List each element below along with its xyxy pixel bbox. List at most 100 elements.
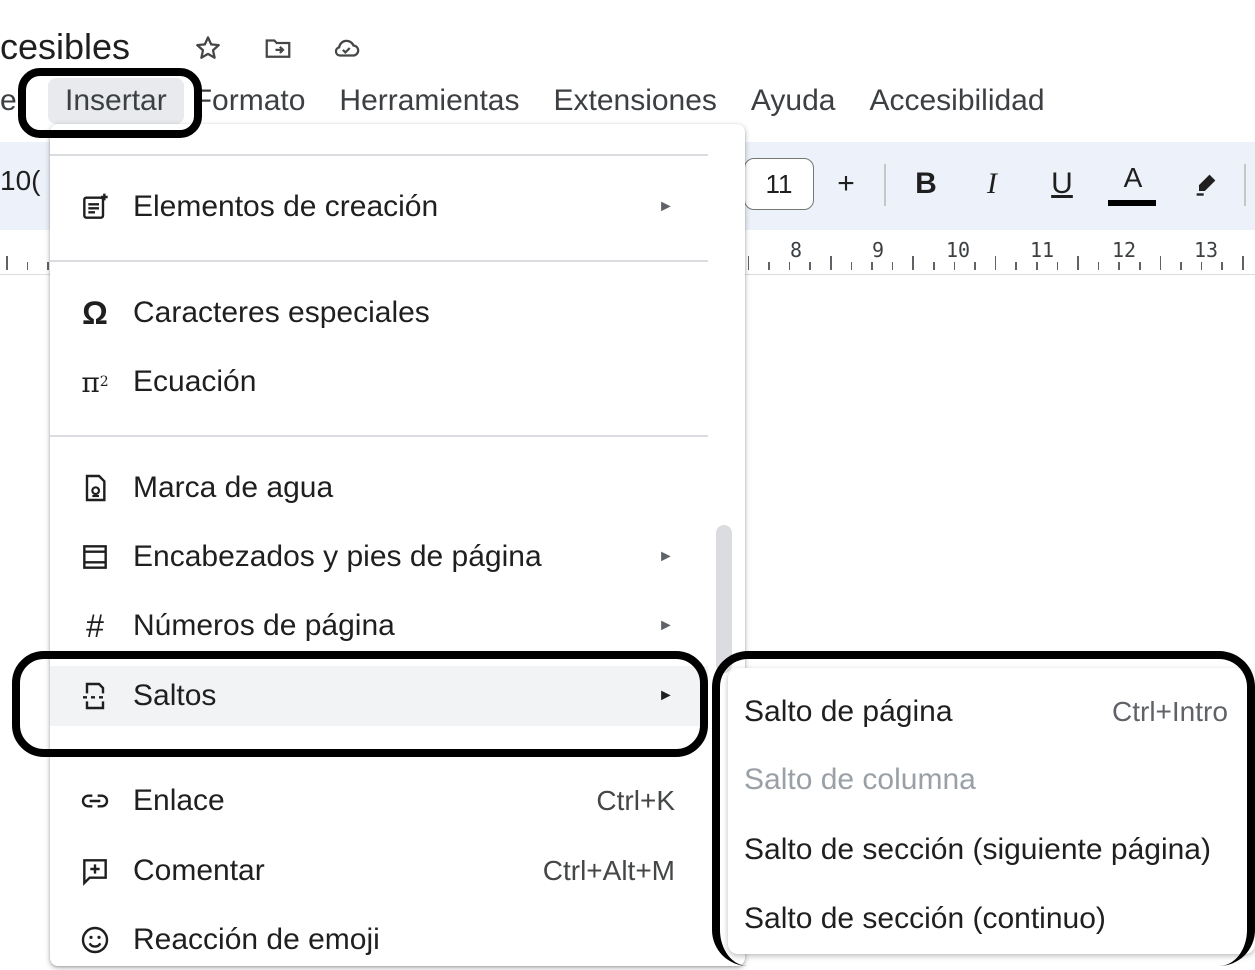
menu-item-building-blocks[interactable]: Elementos de creación ►: [50, 177, 708, 237]
bold-button[interactable]: B: [906, 158, 946, 210]
submenu-item-section-break-continuous[interactable]: Salto de sección (continuo): [744, 889, 1106, 949]
ruler-number: 10: [946, 238, 971, 262]
ruler-tick: [1242, 256, 1244, 270]
underline-button[interactable]: U: [1042, 158, 1082, 210]
ruler-tick: [871, 262, 873, 270]
menu-bar: e Insertar Formato Herramientas Extensio…: [0, 78, 1062, 124]
menu-item-label: Caracteres especiales: [133, 296, 430, 329]
toolbar-separator: [884, 164, 886, 206]
ruler-tick: [26, 262, 29, 270]
ruler-tick: [768, 262, 770, 270]
page-break-icon: [76, 677, 114, 715]
ruler-number: 13: [1194, 238, 1219, 262]
submenu-item-column-break: Salto de columna: [744, 763, 976, 796]
ruler-tick: [1015, 262, 1017, 270]
star-icon[interactable]: [188, 28, 228, 68]
submenu-arrow-icon: ►: [658, 687, 674, 704]
menu-item-label: Saltos: [133, 679, 217, 712]
menu-item-shortcut: Ctrl+Alt+M: [542, 855, 675, 886]
menu-item-shortcut: Ctrl+K: [596, 785, 675, 816]
ruler-tick: [933, 262, 935, 270]
ruler-tick: [1056, 262, 1059, 270]
menu-item-special-characters[interactable]: Ω Caracteres especiales: [50, 283, 708, 343]
toolbar-separator: [1244, 164, 1246, 206]
submenu-arrow-icon: ►: [658, 617, 674, 634]
header-footer-icon: [76, 538, 114, 576]
emoji-icon: [76, 921, 114, 959]
ruler-tick: [912, 256, 914, 270]
italic-button[interactable]: I: [972, 158, 1012, 210]
menu-divider: [50, 435, 708, 437]
building-blocks-icon: [76, 188, 114, 226]
menu-item-label: Elementos de creación: [133, 190, 439, 223]
increase-font-size-button[interactable]: +: [826, 158, 866, 210]
ruler-tick: [788, 262, 791, 270]
highlight-pen-icon[interactable]: [1186, 158, 1226, 210]
ruler-number: 12: [1112, 238, 1137, 262]
menu-accessibility[interactable]: Accesibilidad: [852, 78, 1061, 124]
menu-item-watermark[interactable]: Marca de agua: [50, 458, 708, 518]
ruler-tick: [1139, 262, 1141, 270]
menu-item-equation[interactable]: π2 Ecuación: [50, 352, 708, 412]
link-icon: [76, 782, 114, 820]
ruler-tick: [1036, 262, 1038, 270]
menu-item-page-numbers[interactable]: # Números de página ►: [50, 596, 708, 656]
ruler-tick: [974, 262, 976, 270]
ruler-tick: [1159, 256, 1162, 270]
ruler-tick: [1097, 262, 1100, 270]
menu-item-headers-footers[interactable]: Encabezados y pies de página ►: [50, 527, 708, 587]
font-size-input[interactable]: 11: [744, 158, 814, 210]
submenu-item-section-break-next-page[interactable]: Salto de sección (siguiente página): [744, 820, 1211, 880]
add-comment-icon: [76, 852, 114, 890]
document-title[interactable]: cesibles: [0, 24, 130, 70]
ruler-tick: [1221, 262, 1223, 270]
submenu-item-page-break[interactable]: Salto de página: [744, 682, 953, 742]
submenu-arrow-icon: ►: [658, 548, 674, 565]
menu-item-breaks[interactable]: Saltos ►: [50, 666, 708, 726]
ruler-tick: [1180, 262, 1182, 270]
omega-icon: Ω: [82, 294, 108, 331]
ruler-tick: [6, 256, 8, 270]
submenu-item-shortcut: Ctrl+Intro: [1112, 696, 1228, 727]
ruler-tick: [953, 262, 956, 270]
ruler-number: 9: [872, 238, 885, 262]
ruler-tick: [1118, 262, 1120, 270]
menu-item-link[interactable]: Enlace Ctrl+K: [50, 771, 708, 831]
ruler-tick: [1200, 262, 1203, 270]
ruler-tick: [809, 262, 811, 270]
menu-item-label: Números de página: [133, 609, 395, 642]
ruler-tick: [1077, 256, 1079, 270]
menu-divider: [50, 154, 708, 156]
ruler-number: 8: [790, 238, 803, 262]
ruler-tick: [830, 256, 832, 270]
cloud-saved-icon[interactable]: [326, 28, 366, 68]
menu-item-label: Reacción de emoji: [133, 923, 380, 956]
menu-help[interactable]: Ayuda: [734, 78, 853, 124]
menu-item-label: Encabezados y pies de página: [133, 540, 542, 573]
ruler-tick: [850, 262, 853, 270]
move-folder-icon[interactable]: [258, 28, 298, 68]
menu-item-label: Comentar: [133, 854, 265, 887]
watermark-icon: [76, 469, 114, 507]
text-color-swatch: [1108, 200, 1156, 206]
zoom-select[interactable]: 10(: [0, 165, 40, 197]
ruler-tick: [747, 256, 750, 270]
menu-item-label: Ecuación: [133, 365, 257, 398]
ruler-number: 11: [1030, 238, 1055, 262]
menu-edit-partial[interactable]: e: [0, 78, 18, 124]
text-color-letter: A: [1123, 162, 1143, 193]
pi-squared-icon: π2: [81, 365, 109, 399]
menu-extensions[interactable]: Extensiones: [536, 78, 733, 124]
menu-insert[interactable]: Insertar: [48, 78, 184, 124]
menu-item-comment[interactable]: Comentar Ctrl+Alt+M: [50, 841, 708, 901]
submenu-arrow-icon: ►: [658, 198, 674, 215]
menu-format[interactable]: Formato: [184, 78, 323, 124]
ruler-tick: [47, 262, 49, 270]
ruler-tick: [994, 256, 997, 270]
menu-tools[interactable]: Herramientas: [322, 78, 536, 124]
menu-scrollbar[interactable]: [716, 525, 732, 673]
ruler-tick: [891, 262, 894, 270]
menu-item-label: Marca de agua: [133, 471, 334, 504]
menu-divider: [50, 260, 708, 262]
menu-item-emoji-reaction[interactable]: Reacción de emoji: [50, 910, 708, 970]
